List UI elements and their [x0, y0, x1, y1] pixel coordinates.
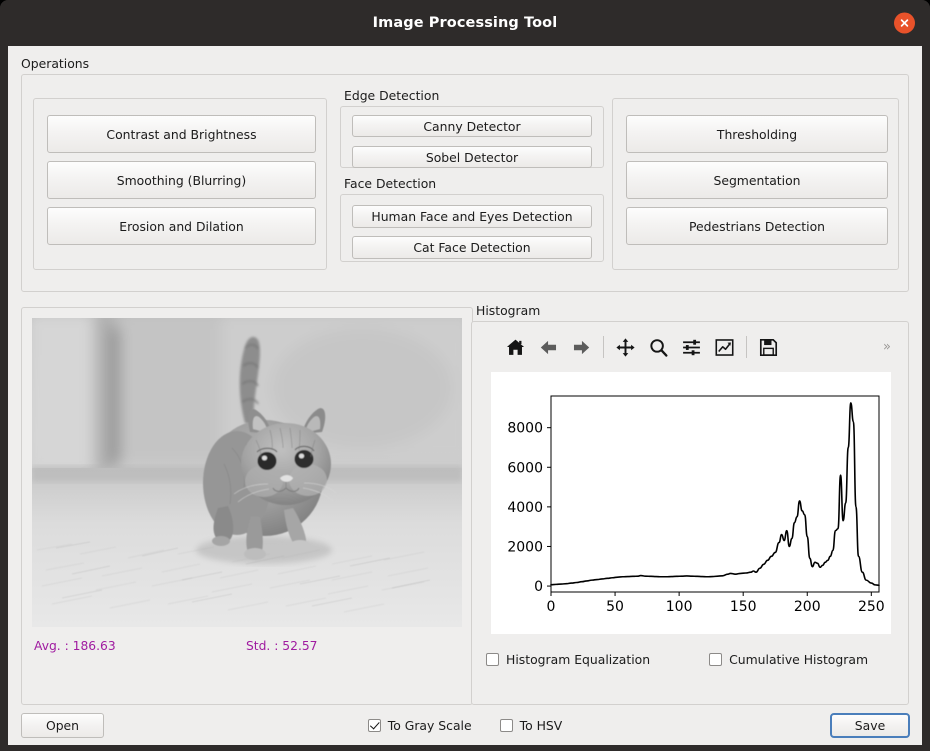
histogram-svg: 0 50 100 150 200 250 0 2000 4000 6000 8000	[491, 372, 891, 634]
to-gray-scale-checkbox[interactable]: To Gray Scale	[367, 718, 472, 733]
operations-group-label: Operations	[21, 56, 90, 71]
face-detection-group-label: Face Detection	[344, 176, 437, 191]
title-bar: Image Processing Tool	[0, 0, 930, 46]
to-gray-scale-box[interactable]	[367, 719, 381, 732]
forward-arrow-icon	[573, 340, 590, 354]
std-value-label: Std. : 52.57	[246, 639, 318, 653]
svg-text:8000: 8000	[507, 421, 543, 437]
subplot-sliders-icon	[683, 339, 700, 355]
svg-text:6000: 6000	[507, 460, 543, 476]
svg-text:0: 0	[547, 599, 556, 615]
thresholding-button[interactable]: Thresholding	[626, 115, 888, 153]
histogram-equalization-box[interactable]	[486, 652, 499, 666]
svg-text:0: 0	[534, 579, 543, 595]
window-bottom-edge	[0, 745, 930, 751]
close-button[interactable]	[894, 12, 915, 34]
contrast-and-brightness-button[interactable]: Contrast and Brightness	[47, 115, 316, 153]
toolbar-separator-2	[746, 336, 747, 358]
cumulative-histogram-label: Cumulative Histogram	[729, 651, 869, 667]
histogram-plot[interactable]: 0 50 100 150 200 250 0 2000 4000 6000 8000	[491, 372, 891, 634]
pan-button[interactable]	[609, 330, 642, 364]
erosion-and-dilation-button[interactable]: Erosion and Dilation	[47, 207, 316, 245]
image-preview	[32, 318, 462, 627]
matplotlib-nav-toolbar: »	[473, 323, 907, 371]
back-button[interactable]	[532, 330, 565, 364]
svg-text:2000: 2000	[507, 539, 543, 555]
home-button[interactable]	[499, 330, 532, 364]
cat-face-detection-button[interactable]: Cat Face Detection	[352, 236, 592, 259]
image-statistics: Avg. : 186.63 Std. : 52.57	[34, 639, 464, 659]
average-value-label: Avg. : 186.63	[34, 639, 116, 653]
zoom-magnifier-icon	[650, 338, 668, 357]
svg-text:250: 250	[858, 599, 885, 615]
canny-detector-button[interactable]: Canny Detector	[352, 115, 592, 137]
edit-curve-button[interactable]	[708, 330, 741, 364]
pan-move-icon	[616, 337, 635, 357]
image-preview-frame: Avg. : 186.63 Std. : 52.57	[21, 307, 473, 705]
open-button[interactable]: Open	[21, 713, 104, 738]
edit-curve-icon	[715, 338, 734, 356]
face-detection-frame: Human Face and Eyes Detection Cat Face D…	[340, 194, 604, 262]
histogram-equalization-label: Histogram Equalization	[506, 651, 651, 667]
sobel-detector-button[interactable]: Sobel Detector	[352, 146, 592, 168]
svg-text:100: 100	[666, 599, 693, 615]
segmentation-button[interactable]: Segmentation	[626, 161, 888, 199]
histogram-group-label: Histogram	[476, 303, 541, 318]
histogram-frame: » 0 50 100 150 200 250 0 2000 4000 6000 8000 Histo…	[471, 321, 909, 705]
close-icon	[900, 19, 909, 27]
to-hsv-label: To HSV	[519, 718, 563, 733]
toolbar-separator	[603, 336, 604, 358]
save-figure-button[interactable]	[752, 330, 785, 364]
color-mode-options: To Gray Scale To HSV	[8, 710, 922, 741]
svg-text:50: 50	[606, 599, 624, 615]
save-floppy-icon	[759, 338, 778, 356]
cumulative-histogram-box[interactable]	[709, 652, 723, 666]
edge-detection-frame: Canny Detector Sobel Detector	[340, 106, 604, 168]
save-button[interactable]: Save	[830, 713, 910, 738]
to-gray-scale-label: To Gray Scale	[387, 718, 472, 733]
to-hsv-box[interactable]	[499, 719, 513, 732]
smoothing-blurring-button[interactable]: Smoothing (Blurring)	[47, 161, 316, 199]
home-icon	[506, 339, 525, 355]
histogram-equalization-checkbox[interactable]: Histogram Equalization	[486, 652, 650, 667]
svg-text:150: 150	[730, 599, 757, 615]
window-title: Image Processing Tool	[372, 15, 558, 31]
advanced-operations-frame: Thresholding Segmentation Pedestrians De…	[612, 98, 899, 270]
back-arrow-icon	[540, 340, 557, 354]
forward-button[interactable]	[565, 330, 598, 364]
histogram-options: Histogram Equalization Cumulative Histog…	[486, 647, 896, 671]
app-window: Image Processing Tool Operations Contras…	[0, 0, 930, 751]
toolbar-overflow-button[interactable]: »	[883, 340, 891, 355]
edge-detection-group-label: Edge Detection	[344, 88, 440, 103]
client-area: Operations Contrast and Brightness Smoot…	[8, 46, 922, 745]
human-face-and-eyes-detection-button[interactable]: Human Face and Eyes Detection	[352, 205, 592, 228]
to-hsv-checkbox[interactable]: To HSV	[499, 718, 563, 733]
cumulative-histogram-checkbox[interactable]: Cumulative Histogram	[709, 652, 868, 667]
zoom-button[interactable]	[642, 330, 675, 364]
pedestrians-detection-button[interactable]: Pedestrians Detection	[626, 207, 888, 245]
kitten-photo	[32, 318, 462, 627]
svg-text:200: 200	[794, 599, 821, 615]
svg-text:4000: 4000	[507, 500, 543, 516]
configure-subplots-button[interactable]	[675, 330, 708, 364]
basic-operations-frame: Contrast and Brightness Smoothing (Blurr…	[33, 98, 327, 270]
footer-bar: To Gray Scale To HSV Open Save	[8, 710, 922, 745]
operations-frame: Contrast and Brightness Smoothing (Blurr…	[21, 74, 909, 292]
